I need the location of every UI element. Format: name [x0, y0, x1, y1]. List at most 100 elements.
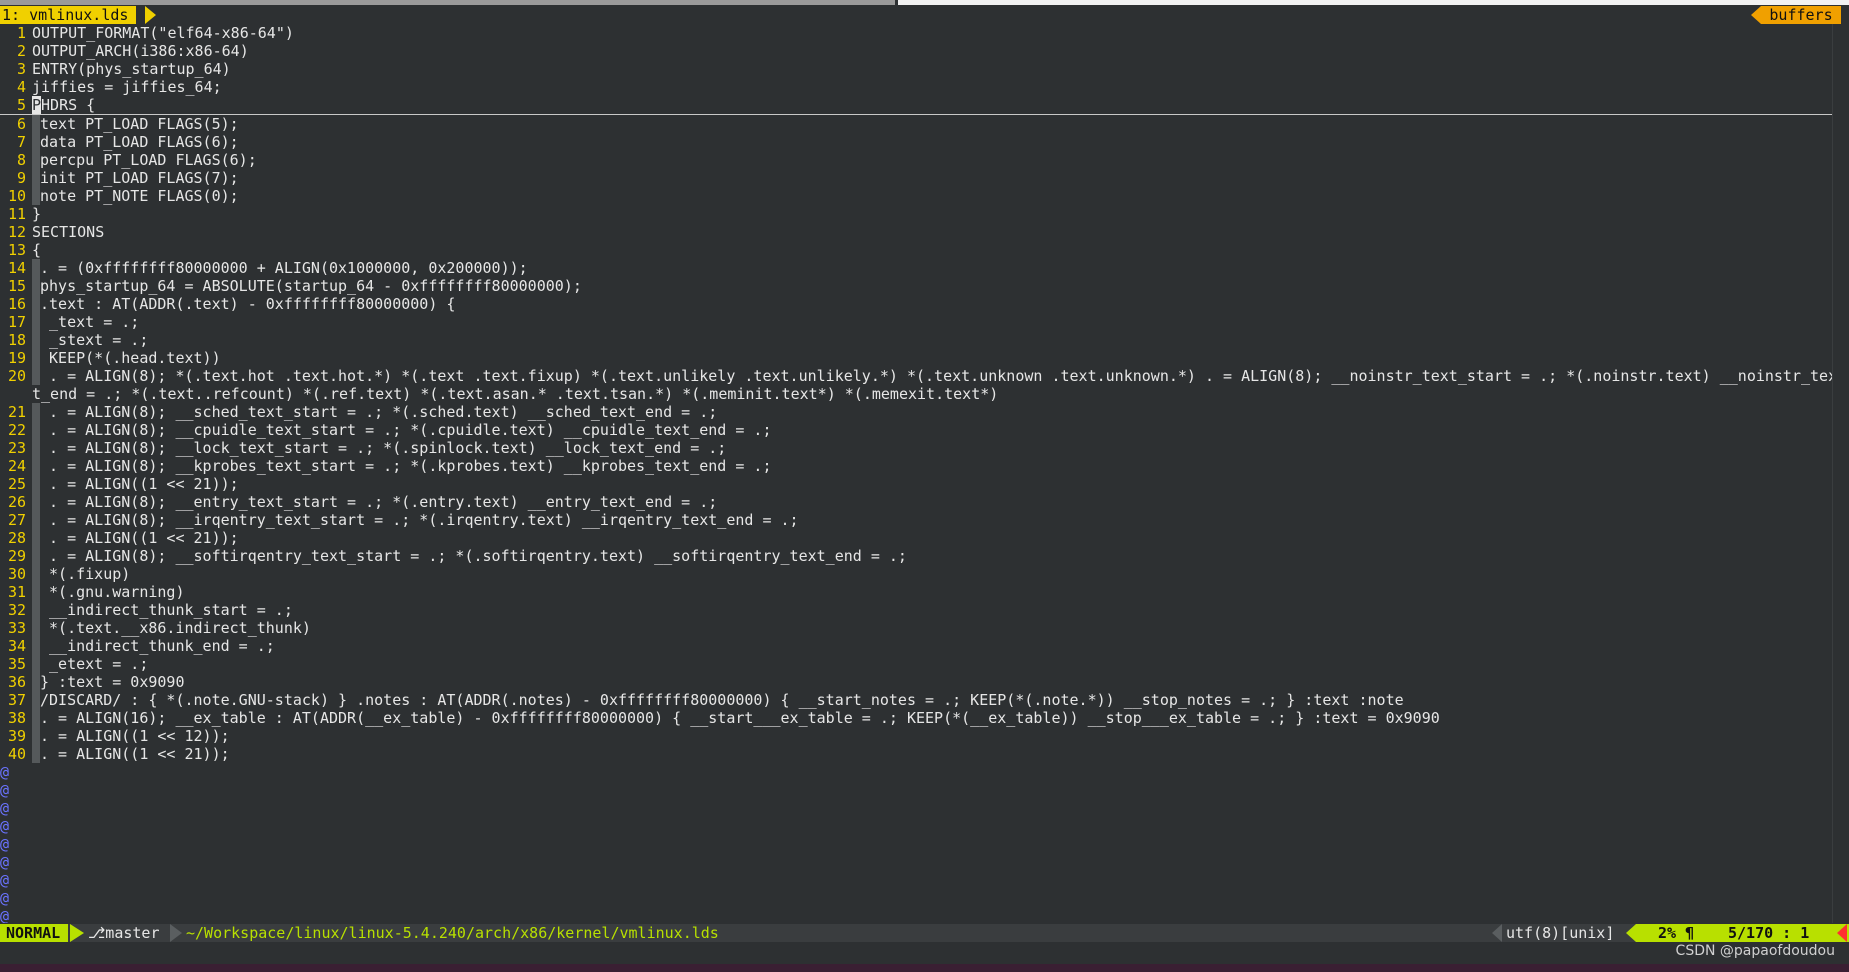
line-number: 22: [7, 421, 26, 439]
code-line[interactable]: 19 KEEP(*(.head.text)): [0, 349, 1833, 367]
line-text: KEEP(*(.head.text)): [40, 349, 221, 367]
line-text: jiffies = jiffies_64;: [32, 78, 222, 96]
code-line[interactable]: 33 *(.text.__x86.indirect_thunk): [0, 619, 1833, 637]
line-number: 1: [16, 24, 26, 42]
line-text: _etext = .;: [40, 655, 149, 673]
indent-guide: [32, 565, 40, 583]
line-text: /DISCARD/ : { *(.note.GNU-stack) } .note…: [40, 691, 1404, 709]
code-line[interactable]: t_end = .; *(.text..refcount) *(.ref.tex…: [0, 385, 1833, 403]
code-line[interactable]: 36} :text = 0x9090: [0, 673, 1833, 691]
indent-guide: [32, 421, 40, 439]
editor-buffer[interactable]: 1 OUTPUT_FORMAT("elf64-x86-64") 2 OUTPUT_AR…: [0, 24, 1833, 923]
line-text: . = ALIGN(8); __irqentry_text_start = .;…: [40, 511, 799, 529]
indent-guide: [32, 727, 40, 745]
empty-line-marker: @: [0, 799, 10, 817]
code-line[interactable]: 24 . = ALIGN(8); __kprobes_text_start = …: [0, 457, 1833, 475]
code-line[interactable]: 17 _text = .;: [0, 313, 1833, 331]
line-number: 2: [16, 42, 26, 60]
line-number: 16: [7, 295, 26, 313]
code-line[interactable]: 35 _etext = .;: [0, 655, 1833, 673]
indent-guide: [32, 331, 40, 349]
cursor-position: 5/170 : 1: [1728, 924, 1810, 942]
empty-line: @: [0, 799, 1833, 817]
code-line[interactable]: 14 . = (0xffffffff80000000 + ALIGN(0x1000…: [0, 259, 1833, 277]
line-number: 23: [7, 439, 26, 457]
code-line[interactable]: 18 _stext = .;: [0, 331, 1833, 349]
line-number: 40: [7, 745, 26, 763]
code-line[interactable]: 30 *(.fixup): [0, 565, 1833, 583]
code-line[interactable]: 16 .text : AT(ADDR(.text) - 0xffffffff800…: [0, 295, 1833, 313]
indent-guide: [32, 313, 40, 331]
mode-separator-arrow-icon: [70, 924, 84, 942]
indent-guide: [32, 475, 40, 493]
line-text: . = (0xffffffff80000000 + ALIGN(0x100000…: [40, 259, 528, 277]
indent-guide: [32, 673, 40, 691]
line-number: 39: [7, 727, 26, 745]
code-line[interactable]: 34 __indirect_thunk_end = .;: [0, 637, 1833, 655]
code-line[interactable]: 38 . = ALIGN(16); __ex_table : AT(ADDR(__…: [0, 709, 1833, 727]
empty-line-marker: @: [0, 817, 10, 835]
indent-guide: [32, 457, 40, 475]
code-line[interactable]: 5 PHDRS {: [0, 96, 1833, 115]
line-number: 9: [16, 169, 26, 187]
empty-line: @: [0, 781, 1833, 799]
watermark: CSDN @papaofdoudou: [1675, 943, 1835, 959]
line-text: . = ALIGN(8); __cpuidle_text_start = .; …: [40, 421, 772, 439]
line-number: 32: [7, 601, 26, 619]
code-line[interactable]: 27 . = ALIGN(8); __irqentry_text_start =…: [0, 511, 1833, 529]
statusline: NORMAL ⎇master ~/Workspace/linux/linux-5…: [0, 924, 1849, 942]
code-line[interactable]: 23 . = ALIGN(8); __lock_text_start = .; …: [0, 439, 1833, 457]
indent-guide: [32, 511, 40, 529]
code-line[interactable]: 29 . = ALIGN(8); __softirqentry_text_sta…: [0, 547, 1833, 565]
code-line[interactable]: 31 *(.gnu.warning): [0, 583, 1833, 601]
command-line[interactable]: [0, 942, 1849, 964]
empty-line: @: [0, 871, 1833, 889]
code-line[interactable]: 4 jiffies = jiffies_64;: [0, 78, 1833, 96]
line-text: note PT_NOTE FLAGS(0);: [40, 187, 239, 205]
code-line[interactable]: 3 ENTRY(phys_startup_64): [0, 60, 1833, 78]
code-line[interactable]: 9 init PT_LOAD FLAGS(7);: [0, 169, 1833, 187]
editor-scrollbar[interactable]: [1832, 24, 1849, 923]
encoding-separator-arrow-icon: [1492, 924, 1502, 942]
code-line[interactable]: 25 . = ALIGN((1 << 21));: [0, 475, 1833, 493]
buffers-separator-arrow-icon: [1751, 6, 1761, 24]
code-line[interactable]: 12 SECTIONS: [0, 223, 1833, 241]
code-line[interactable]: 15 phys_startup_64 = ABSOLUTE(startup_64 …: [0, 277, 1833, 295]
code-line[interactable]: 37/DISCARD/ : { *(.note.GNU-stack) } .no…: [0, 691, 1833, 709]
line-number: 5: [16, 96, 26, 114]
line-text: __indirect_thunk_end = .;: [40, 637, 275, 655]
line-number: 3: [16, 60, 26, 78]
code-line[interactable]: 7 data PT_LOAD FLAGS(6);: [0, 133, 1833, 151]
code-line[interactable]: 11}: [0, 205, 1833, 223]
code-line[interactable]: 1 OUTPUT_FORMAT("elf64-x86-64"): [0, 24, 1833, 42]
line-number: 14: [7, 259, 26, 277]
code-line[interactable]: 26 . = ALIGN(8); __entry_text_start = .;…: [0, 493, 1833, 511]
line-number: 35: [7, 655, 26, 673]
line-text: . = ALIGN(8); __sched_text_start = .; *(…: [40, 403, 718, 421]
code-line[interactable]: 32 __indirect_thunk_start = .;: [0, 601, 1833, 619]
code-line[interactable]: 20 . = ALIGN(8); *(.text.hot .text.hot.*…: [0, 367, 1833, 385]
buffers-label[interactable]: buffers: [1761, 6, 1841, 24]
position-block: 2% ¶ 5/170 : 1: [1636, 924, 1849, 942]
empty-line-marker: @: [0, 781, 10, 799]
vim-window: 1: vmlinux.lds buffers 1 OUTPUT_FORMAT("e…: [0, 0, 1849, 972]
code-line[interactable]: 8 percpu PT_LOAD FLAGS(6);: [0, 151, 1833, 169]
code-line[interactable]: 2 OUTPUT_ARCH(i386:x86-64): [0, 42, 1833, 60]
code-line[interactable]: 10 note PT_NOTE FLAGS(0);: [0, 187, 1833, 205]
indent-guide: [32, 277, 40, 295]
code-line[interactable]: 22 . = ALIGN(8); __cpuidle_text_start = …: [0, 421, 1833, 439]
code-line[interactable]: 39 . = ALIGN((1 << 12));: [0, 727, 1833, 745]
file-encoding: utf(8)[unix]: [1506, 924, 1615, 942]
empty-line-marker: @: [0, 907, 10, 923]
line-text: _text = .;: [40, 313, 140, 331]
line-text: OUTPUT_ARCH(i386:x86-64): [32, 42, 249, 60]
code-line[interactable]: 40 . = ALIGN((1 << 21));: [0, 745, 1833, 763]
tab-vmlinux-lds[interactable]: 1: vmlinux.lds: [0, 6, 137, 24]
code-line[interactable]: 21 . = ALIGN(8); __sched_text_start = .;…: [0, 403, 1833, 421]
indent-guide: [32, 133, 40, 151]
code-line[interactable]: 13 {: [0, 241, 1833, 259]
code-line[interactable]: 6 text PT_LOAD FLAGS(5);: [0, 115, 1833, 133]
code-line[interactable]: 28 . = ALIGN((1 << 21));: [0, 529, 1833, 547]
empty-line-marker: @: [0, 835, 10, 853]
line-number: 36: [7, 673, 26, 691]
